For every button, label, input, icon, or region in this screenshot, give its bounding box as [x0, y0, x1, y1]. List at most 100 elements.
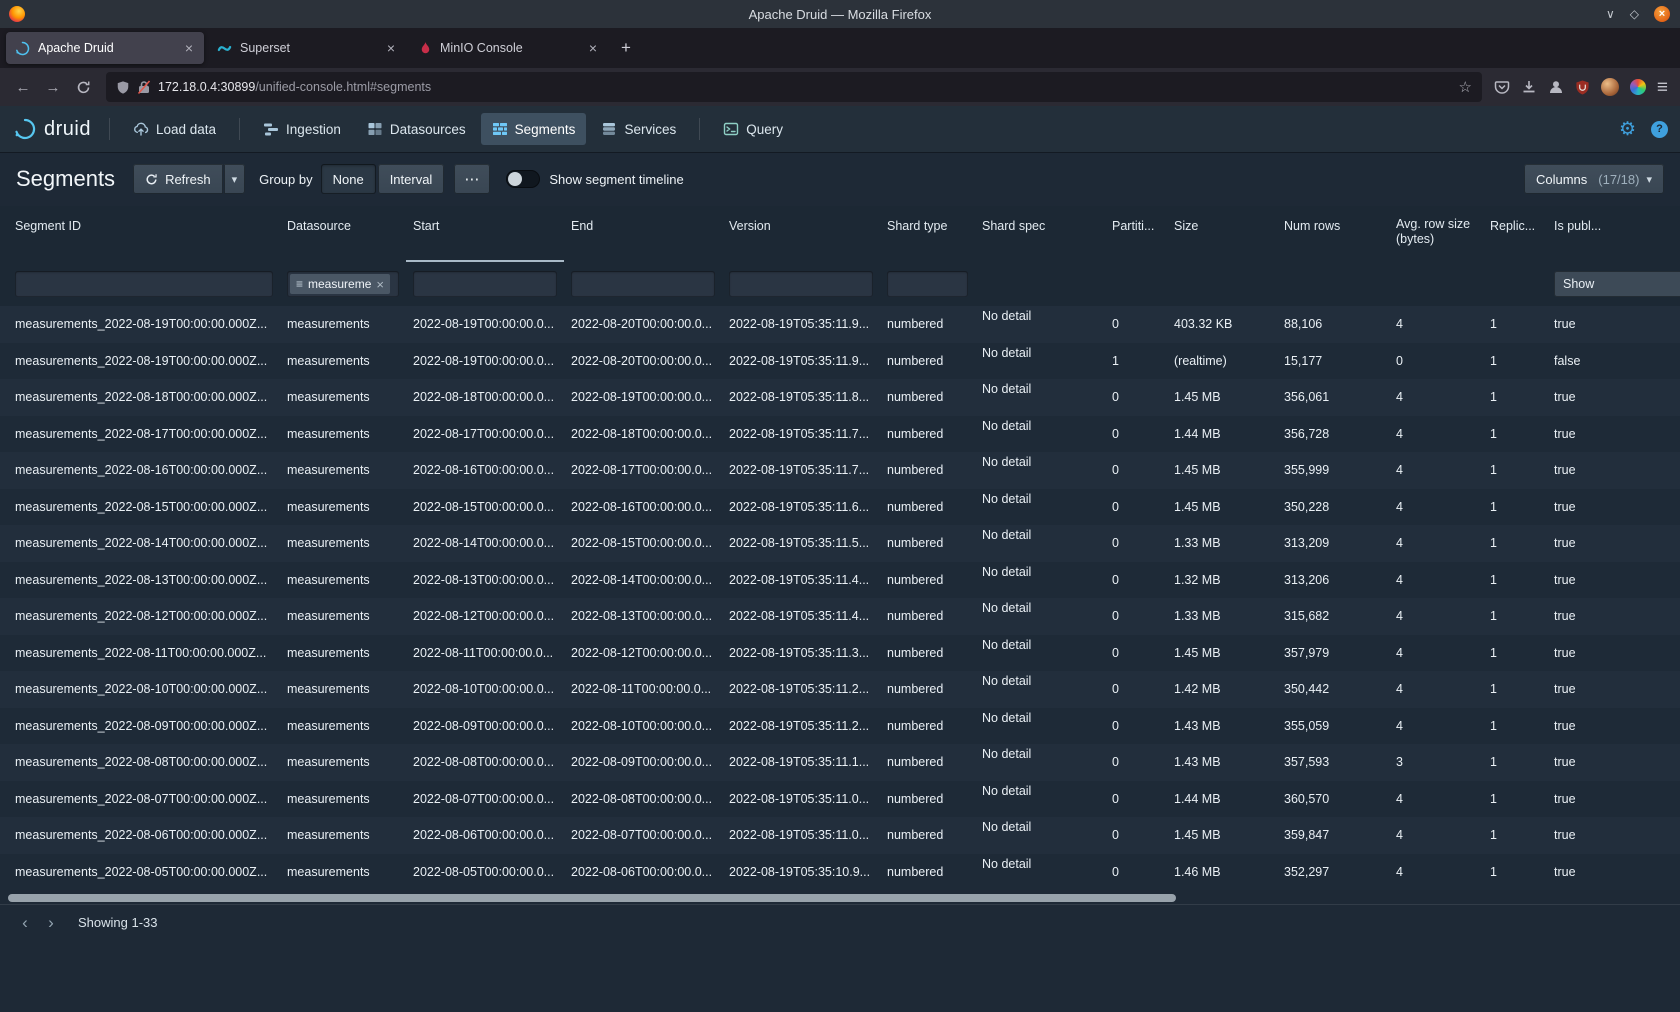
forward-button[interactable]: → [38, 72, 68, 102]
filter-input-segment-id[interactable] [15, 271, 273, 297]
tab-title: Superset [240, 41, 377, 55]
chip-remove-icon[interactable]: × [376, 277, 384, 292]
group-by-interval-button[interactable]: Interval [378, 164, 445, 194]
table-row: measurements_2022-08-19T00:00:00.000Z...… [0, 343, 1680, 380]
ublock-shield-icon[interactable] [1575, 79, 1590, 95]
nav-item-datasources[interactable]: Datasources [356, 113, 477, 145]
table-cell: 88,106 [1277, 306, 1389, 343]
group-by-none-button[interactable]: None [321, 164, 376, 194]
previous-page-button[interactable]: ‹ [12, 910, 38, 936]
settings-gear-icon[interactable]: ⚙ [1619, 120, 1636, 139]
tracking-shield-icon[interactable] [116, 80, 130, 95]
horizontal-scrollbar[interactable] [8, 893, 1672, 903]
filter-cell-segment-id [8, 271, 280, 297]
nav-divider [239, 118, 240, 140]
table-cell: numbered [880, 343, 975, 380]
nav-item-services[interactable]: Services [590, 113, 687, 145]
column-header-datasource[interactable]: Datasource [280, 206, 406, 262]
nav-item-query[interactable]: Query [712, 113, 794, 145]
filter-input-end[interactable] [571, 271, 715, 297]
is-published-filter[interactable]: Show [1554, 271, 1680, 297]
next-page-button[interactable]: › [38, 910, 64, 936]
table-cell: 1 [1483, 452, 1547, 489]
segment-timeline-toggle[interactable] [506, 170, 540, 188]
profile-avatar[interactable] [1601, 78, 1619, 96]
tab-close-icon[interactable]: × [587, 40, 599, 56]
table-cell: 0 [1105, 781, 1167, 818]
table-cell: 3 [1389, 744, 1483, 781]
column-header-partiti[interactable]: Partiti... [1105, 206, 1167, 262]
account-icon[interactable] [1548, 79, 1564, 95]
column-header-segment-id[interactable]: Segment ID [8, 206, 280, 262]
toggle-knob [508, 172, 522, 186]
column-header-num-rows[interactable]: Num rows [1277, 206, 1389, 262]
datasource-filter-chip[interactable]: ≡measureme× [290, 274, 390, 294]
table-cell: measurements [280, 781, 406, 818]
table-cell: 356,728 [1277, 416, 1389, 453]
minimize-button[interactable]: ∨ [1606, 8, 1615, 20]
insecure-lock-icon[interactable] [138, 80, 150, 94]
more-options-button[interactable]: ⋯ [454, 164, 490, 194]
menu-icon[interactable]: ≡ [1657, 78, 1668, 97]
downloads-icon[interactable] [1521, 79, 1537, 95]
scrollbar-thumb[interactable] [8, 894, 1176, 902]
table-cell: 1 [1483, 525, 1547, 562]
column-header-start[interactable]: Start [406, 206, 564, 262]
column-header-replic[interactable]: Replic... [1483, 206, 1547, 262]
column-header-end[interactable]: End [564, 206, 722, 262]
minio-favicon-icon [419, 41, 432, 56]
table-cell: measurements [280, 306, 406, 343]
filter-input-datasource[interactable]: ≡measureme× [287, 271, 399, 297]
column-header-size[interactable]: Size [1167, 206, 1277, 262]
tab-minio-console[interactable]: MinIO Console × [410, 32, 608, 64]
column-header-shard-spec[interactable]: Shard spec [975, 206, 1105, 262]
tab-strip: Apache Druid × Superset × MinIO Console … [0, 28, 1680, 68]
table-cell: No detail [975, 671, 1105, 708]
extension-pinwheel-icon[interactable] [1630, 79, 1646, 95]
url-bar[interactable]: 172.18.0.4:30899/unified-console.html#se… [106, 72, 1482, 102]
back-button[interactable]: ← [8, 72, 38, 102]
filter-input-start[interactable] [413, 271, 557, 297]
close-button[interactable]: × [1654, 6, 1670, 22]
columns-button[interactable]: Columns (17/18) ▾ [1524, 164, 1664, 194]
table-cell: 0 [1105, 708, 1167, 745]
table-cell: 2022-08-09T00:00:00.0... [564, 744, 722, 781]
refresh-button[interactable]: Refresh [133, 164, 223, 194]
pocket-icon[interactable] [1494, 79, 1510, 95]
tab-close-icon[interactable]: × [183, 40, 195, 56]
tab-superset[interactable]: Superset × [208, 32, 406, 64]
filter-input-version[interactable] [729, 271, 873, 297]
column-header-avg-row-size-bytes[interactable]: Avg. row size (bytes) [1389, 206, 1483, 262]
druid-brand[interactable]: druid [14, 118, 91, 141]
tab-close-icon[interactable]: × [385, 40, 397, 56]
bookmark-star-icon[interactable]: ☆ [1458, 78, 1471, 96]
column-header-is-publ[interactable]: Is publ... [1547, 206, 1611, 262]
table-cell: 1 [1483, 744, 1547, 781]
segments-view-header: Segments Refresh ▾ Group by None Interva… [0, 152, 1680, 206]
nav-item-ingestion[interactable]: Ingestion [252, 113, 352, 145]
table-cell: No detail [975, 781, 1105, 818]
help-icon[interactable]: ? [1651, 121, 1668, 138]
filter-input-shard-type[interactable] [887, 271, 968, 297]
table-cell: true [1547, 452, 1611, 489]
filter-cell-shard-type [880, 271, 975, 297]
column-header-shard-type[interactable]: Shard type [880, 206, 975, 262]
table-row: measurements_2022-08-08T00:00:00.000Z...… [0, 744, 1680, 781]
table-cell: 4 [1389, 525, 1483, 562]
table-cell: No detail [975, 598, 1105, 635]
reload-button[interactable] [68, 72, 98, 102]
new-tab-button[interactable]: + [612, 34, 640, 62]
table-cell: 2022-08-11T00:00:00.0... [564, 671, 722, 708]
refresh-dropdown-button[interactable]: ▾ [224, 164, 246, 194]
table-cell: 2022-08-19T05:35:10.9... [722, 854, 880, 891]
maximize-button[interactable]: ◇ [1630, 8, 1639, 20]
tab-apache-druid[interactable]: Apache Druid × [6, 32, 204, 64]
nav-item-load-data[interactable]: Load data [122, 113, 227, 145]
nav-item-label: Ingestion [286, 122, 341, 137]
column-header-version[interactable]: Version [722, 206, 880, 262]
table-cell: numbered [880, 562, 975, 599]
table-cell: numbered [880, 416, 975, 453]
nav-item-segments[interactable]: Segments [481, 113, 587, 145]
table-cell: true [1547, 781, 1611, 818]
table-cell: measurements_2022-08-11T00:00:00.000Z... [8, 635, 280, 672]
